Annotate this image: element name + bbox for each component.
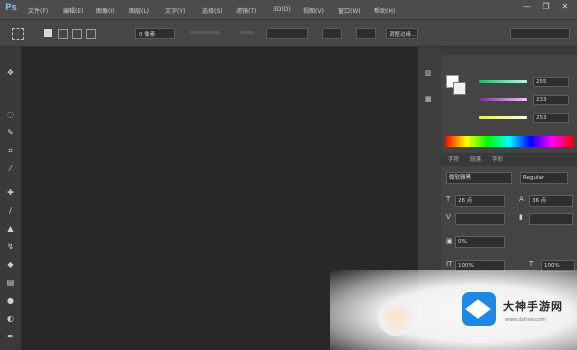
- background-color-swatch[interactable]: [453, 82, 466, 95]
- tab-paragraph[interactable]: 段落: [467, 155, 484, 165]
- menu-select[interactable]: 选择(S): [202, 6, 223, 15]
- leading-icon: A: [519, 195, 524, 203]
- intersect-selection-icon[interactable]: [86, 29, 96, 39]
- eraser-tool-icon[interactable]: ◆: [4, 259, 17, 270]
- minimize-button[interactable]: —: [520, 2, 534, 12]
- feather-input[interactable]: 0 像素: [135, 28, 175, 39]
- new-selection-icon[interactable]: [44, 29, 52, 37]
- move-tool-icon[interactable]: ✥: [4, 67, 17, 78]
- properties-panel-icon[interactable]: ▦: [425, 95, 432, 103]
- menu-view[interactable]: 视图(V): [303, 6, 324, 15]
- style-label: [240, 31, 254, 34]
- color-spectrum-bar[interactable]: [445, 136, 573, 147]
- green-slider[interactable]: [479, 98, 527, 101]
- tab-character[interactable]: 字符: [445, 155, 462, 165]
- menu-image[interactable]: 图像(I): [96, 6, 114, 15]
- cube-icon: [465, 299, 491, 319]
- windows-logo: [378, 300, 414, 336]
- history-brush-tool-icon[interactable]: ↯: [4, 241, 17, 252]
- kerning-input[interactable]: [455, 213, 505, 225]
- font-family-select[interactable]: 微软雅黑: [446, 172, 512, 184]
- font-size-input[interactable]: 26 点: [455, 195, 505, 207]
- menu-window[interactable]: 窗口(W): [338, 6, 361, 15]
- panel-header: [441, 47, 577, 55]
- tab-glyphs[interactable]: 字形: [489, 155, 506, 165]
- workspace-select[interactable]: [510, 28, 570, 39]
- blue-value-input[interactable]: 253: [533, 113, 569, 123]
- leading-input[interactable]: 36 点: [529, 195, 573, 207]
- restore-button[interactable]: ❐: [539, 2, 553, 12]
- tsume-icon: ▣: [446, 237, 453, 245]
- menu-help[interactable]: 帮助(H): [374, 6, 395, 15]
- eyedropper-tool-icon[interactable]: ⁄: [4, 163, 17, 174]
- menu-3d[interactable]: 3D(D): [273, 6, 291, 13]
- pen-tool-icon[interactable]: ✒: [4, 331, 17, 342]
- watermark-logo: [462, 292, 496, 326]
- green-value-input[interactable]: 233: [533, 95, 569, 105]
- tools-panel: ✥ ◌ ✎ ⌗ ⁄ ✚ ∕ ▲ ↯ ◆ ▤ ● ◐ ✒: [0, 47, 22, 350]
- blur-tool-icon[interactable]: ●: [4, 295, 17, 306]
- lasso-tool-icon[interactable]: ◌: [4, 109, 17, 120]
- menu-file[interactable]: 文件(F): [28, 6, 48, 15]
- tracking-icon: ▮: [519, 213, 523, 221]
- menu-type[interactable]: 文字(Y): [165, 6, 185, 15]
- app-logo: Ps: [5, 3, 17, 13]
- kerning-icon: V: [446, 213, 451, 221]
- quick-select-tool-icon[interactable]: ✎: [4, 127, 17, 138]
- vertical-scale-icon: IT: [446, 260, 453, 268]
- blue-slider[interactable]: [479, 116, 527, 119]
- menu-bar: Ps 文件(F) 编辑(E) 图像(I) 图层(L) 文字(Y) 选择(S) 滤…: [0, 0, 577, 20]
- watermark-title: 大神手游网: [503, 300, 563, 313]
- menu-layer[interactable]: 图层(L): [129, 6, 149, 15]
- crop-tool-icon[interactable]: ⌗: [4, 145, 17, 156]
- close-button[interactable]: ✕: [558, 2, 572, 12]
- add-selection-icon[interactable]: [58, 29, 68, 39]
- font-style-select[interactable]: Regular: [520, 172, 568, 184]
- menu-filter[interactable]: 滤镜(T): [236, 6, 256, 15]
- tracking-input[interactable]: [529, 213, 573, 225]
- healing-brush-tool-icon[interactable]: ✚: [4, 187, 17, 198]
- watermark-url: www.dshsw.com: [505, 317, 546, 323]
- font-size-icon: T: [446, 195, 451, 203]
- feather-value: 0 像素: [139, 32, 156, 38]
- refine-edge-label: 调整边缘...: [389, 32, 417, 38]
- antialias-checkbox[interactable]: [190, 31, 220, 34]
- gradient-tool-icon[interactable]: ▤: [4, 277, 17, 288]
- marquee-preset-icon[interactable]: [12, 28, 24, 40]
- tsume-input[interactable]: 0%: [455, 236, 505, 248]
- dodge-tool-icon[interactable]: ◐: [4, 313, 17, 324]
- refine-edge-button[interactable]: 调整边缘...: [386, 28, 418, 39]
- height-input[interactable]: [356, 28, 376, 39]
- options-bar: 0 像素 调整边缘...: [0, 20, 577, 47]
- style-select[interactable]: [266, 28, 308, 39]
- width-input[interactable]: [322, 28, 342, 39]
- horizontal-scale-icon: T: [529, 260, 534, 268]
- brush-tool-icon[interactable]: ∕: [4, 205, 17, 216]
- menu-edit[interactable]: 编辑(E): [63, 6, 83, 15]
- clone-stamp-tool-icon[interactable]: ▲: [4, 223, 17, 234]
- history-panel-icon[interactable]: ▥: [425, 69, 432, 77]
- red-value-input[interactable]: 255: [533, 77, 569, 87]
- subtract-selection-icon[interactable]: [72, 29, 82, 39]
- red-slider[interactable]: [479, 80, 527, 83]
